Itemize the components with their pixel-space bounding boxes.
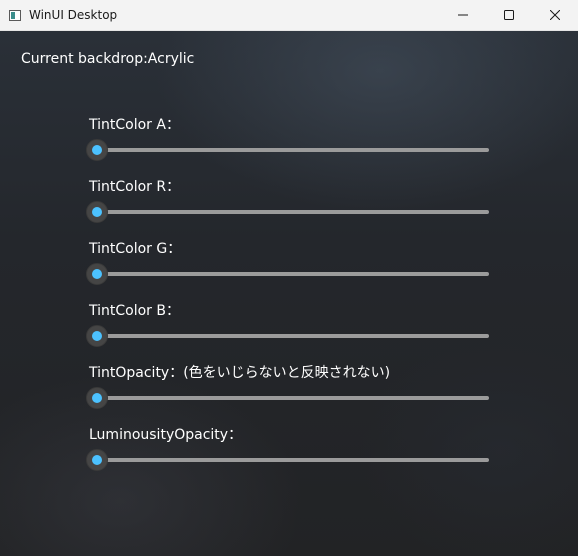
tint-opacity-label: TintOpacity：(色をいじらないと反映されない) (89, 365, 391, 381)
close-icon (550, 10, 560, 20)
tint-color-g-slider[interactable] (86, 263, 489, 285)
luminosity-opacity-slider[interactable] (86, 449, 489, 471)
luminosity-opacity-label: LuminousityOpacity： (89, 427, 243, 443)
acrylic-content-area: Current backdrop:Acrylic TintColor A： Ti… (0, 31, 578, 556)
slider-thumb[interactable] (86, 201, 108, 223)
app-window-icon (9, 9, 21, 21)
tint-opacity-group: TintOpacity：(色をいじらないと反映されない) (86, 363, 489, 409)
maximize-button[interactable] (486, 0, 532, 30)
tint-color-a-group: TintColor A： (86, 115, 489, 161)
slider-track (89, 396, 489, 400)
tint-color-g-group: TintColor G： (86, 239, 489, 285)
slider-thumb[interactable] (86, 263, 108, 285)
slider-thumb[interactable] (86, 387, 108, 409)
tint-color-b-group: TintColor B： (86, 301, 489, 347)
tint-color-a-label: TintColor A： (89, 117, 180, 133)
slider-thumb[interactable] (86, 325, 108, 347)
tint-color-r-label: TintColor R： (89, 179, 181, 195)
tint-color-a-slider[interactable] (86, 139, 489, 161)
slider-track (89, 458, 489, 462)
tint-color-r-slider[interactable] (86, 201, 489, 223)
app-window: WinUI Desktop Current backdrop:Acrylic T… (0, 0, 578, 556)
tint-color-b-label: TintColor B： (89, 303, 180, 319)
maximize-icon (504, 10, 514, 20)
tint-opacity-slider[interactable] (86, 387, 489, 409)
slider-track (89, 148, 489, 152)
slider-track (89, 210, 489, 214)
slider-track (89, 334, 489, 338)
slider-thumb[interactable] (86, 139, 108, 161)
tint-color-r-group: TintColor R： (86, 177, 489, 223)
tint-color-g-label: TintColor G： (89, 241, 182, 257)
slider-track (89, 272, 489, 276)
minimize-button[interactable] (440, 0, 486, 30)
slider-thumb[interactable] (86, 449, 108, 471)
close-button[interactable] (532, 0, 578, 30)
window-title: WinUI Desktop (29, 8, 118, 22)
tint-color-b-slider[interactable] (86, 325, 489, 347)
current-backdrop-label: Current backdrop:Acrylic (21, 51, 195, 67)
title-bar[interactable]: WinUI Desktop (0, 0, 578, 31)
luminosity-opacity-group: LuminousityOpacity： (86, 425, 489, 471)
minimize-icon (458, 14, 468, 16)
